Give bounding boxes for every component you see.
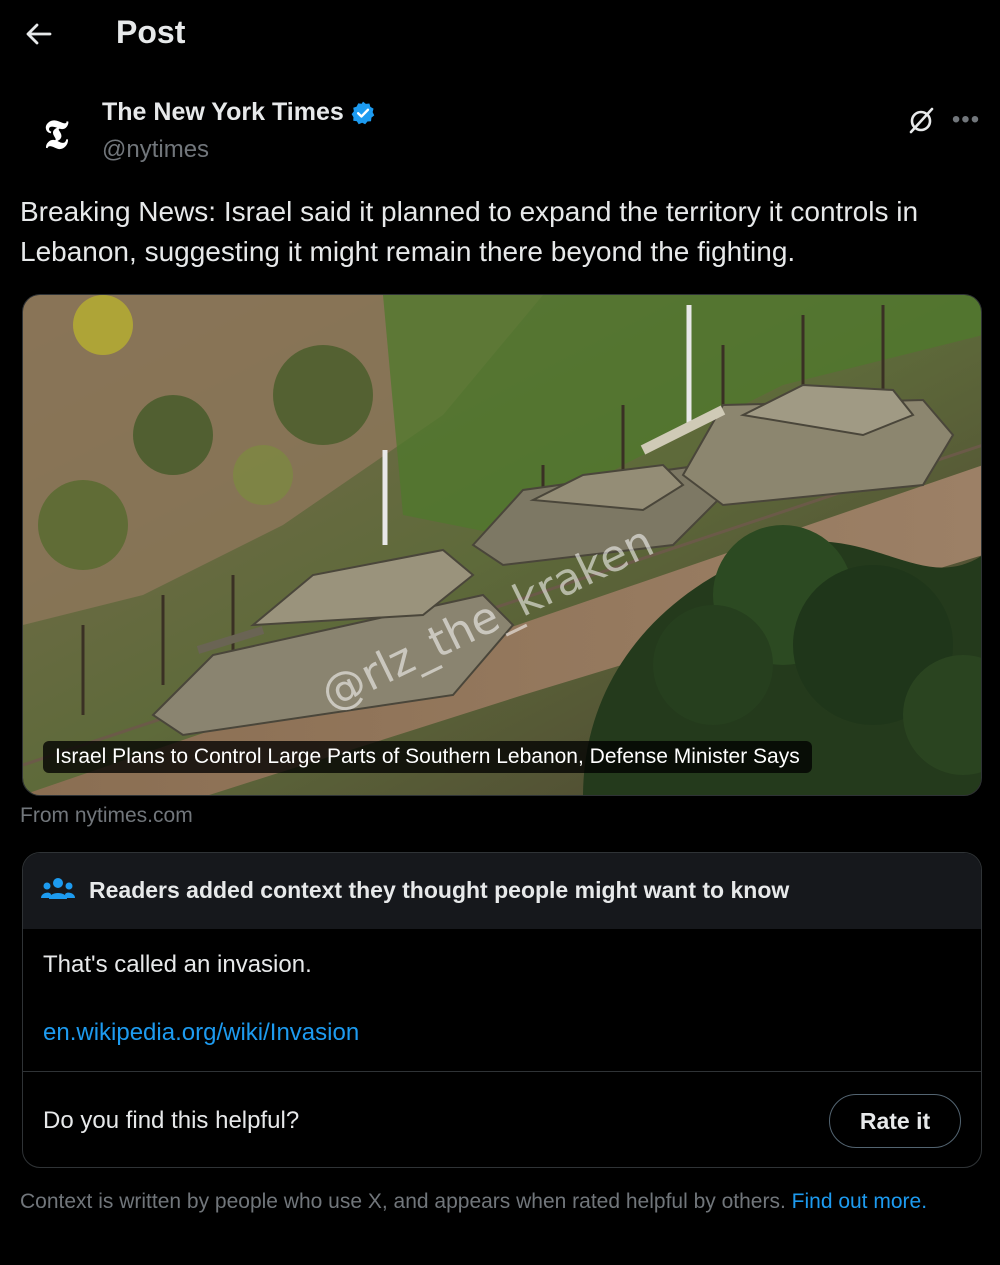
community-note-link[interactable]: en.wikipedia.org/wiki/Invasion [43, 1019, 359, 1047]
author-handle[interactable]: @nytimes [102, 136, 209, 164]
divider [23, 1071, 981, 1072]
community-note: Readers added context they thought peopl… [22, 852, 982, 1168]
link-card-title: Israel Plans to Control Large Parts of S… [43, 741, 812, 773]
post-author: 𝕿 The New York Times @nytimes ••• [20, 98, 980, 168]
author-name: The New York Times [102, 98, 344, 126]
back-button[interactable] [20, 14, 56, 54]
grok-icon [909, 107, 934, 134]
arrow-left-icon [26, 23, 52, 45]
link-source[interactable]: From nytimes.com [20, 804, 193, 828]
people-icon [41, 875, 75, 910]
grok-button[interactable] [904, 102, 940, 138]
community-note-footer: Context is written by people who use X, … [20, 1188, 980, 1216]
avatar[interactable]: 𝕿 [30, 108, 82, 160]
community-note-body: That's called an invasion. [43, 951, 312, 978]
top-bar: Post [0, 0, 1000, 70]
more-options-button[interactable]: ••• [948, 102, 984, 138]
helpful-question: Do you find this helpful? [43, 1107, 300, 1134]
find-out-more-link[interactable]: Find out more. [792, 1190, 927, 1213]
more-dots-icon: ••• [951, 106, 981, 133]
community-note-title: Readers added context they thought peopl… [89, 877, 790, 903]
community-note-header: Readers added context they thought peopl… [23, 853, 981, 929]
post-text: Breaking News: Israel said it planned to… [20, 196, 919, 267]
rate-it-button[interactable]: Rate it [829, 1094, 961, 1148]
link-card-image[interactable]: @rlz_the_kraken Israel Plans to Control … [22, 294, 982, 796]
footer-text: Context is written by people who use X, … [20, 1190, 792, 1213]
verified-badge-icon [350, 100, 376, 126]
author-name-link[interactable]: The New York Times [102, 98, 376, 127]
page-title: Post [116, 14, 186, 50]
tank-photo [23, 295, 981, 795]
